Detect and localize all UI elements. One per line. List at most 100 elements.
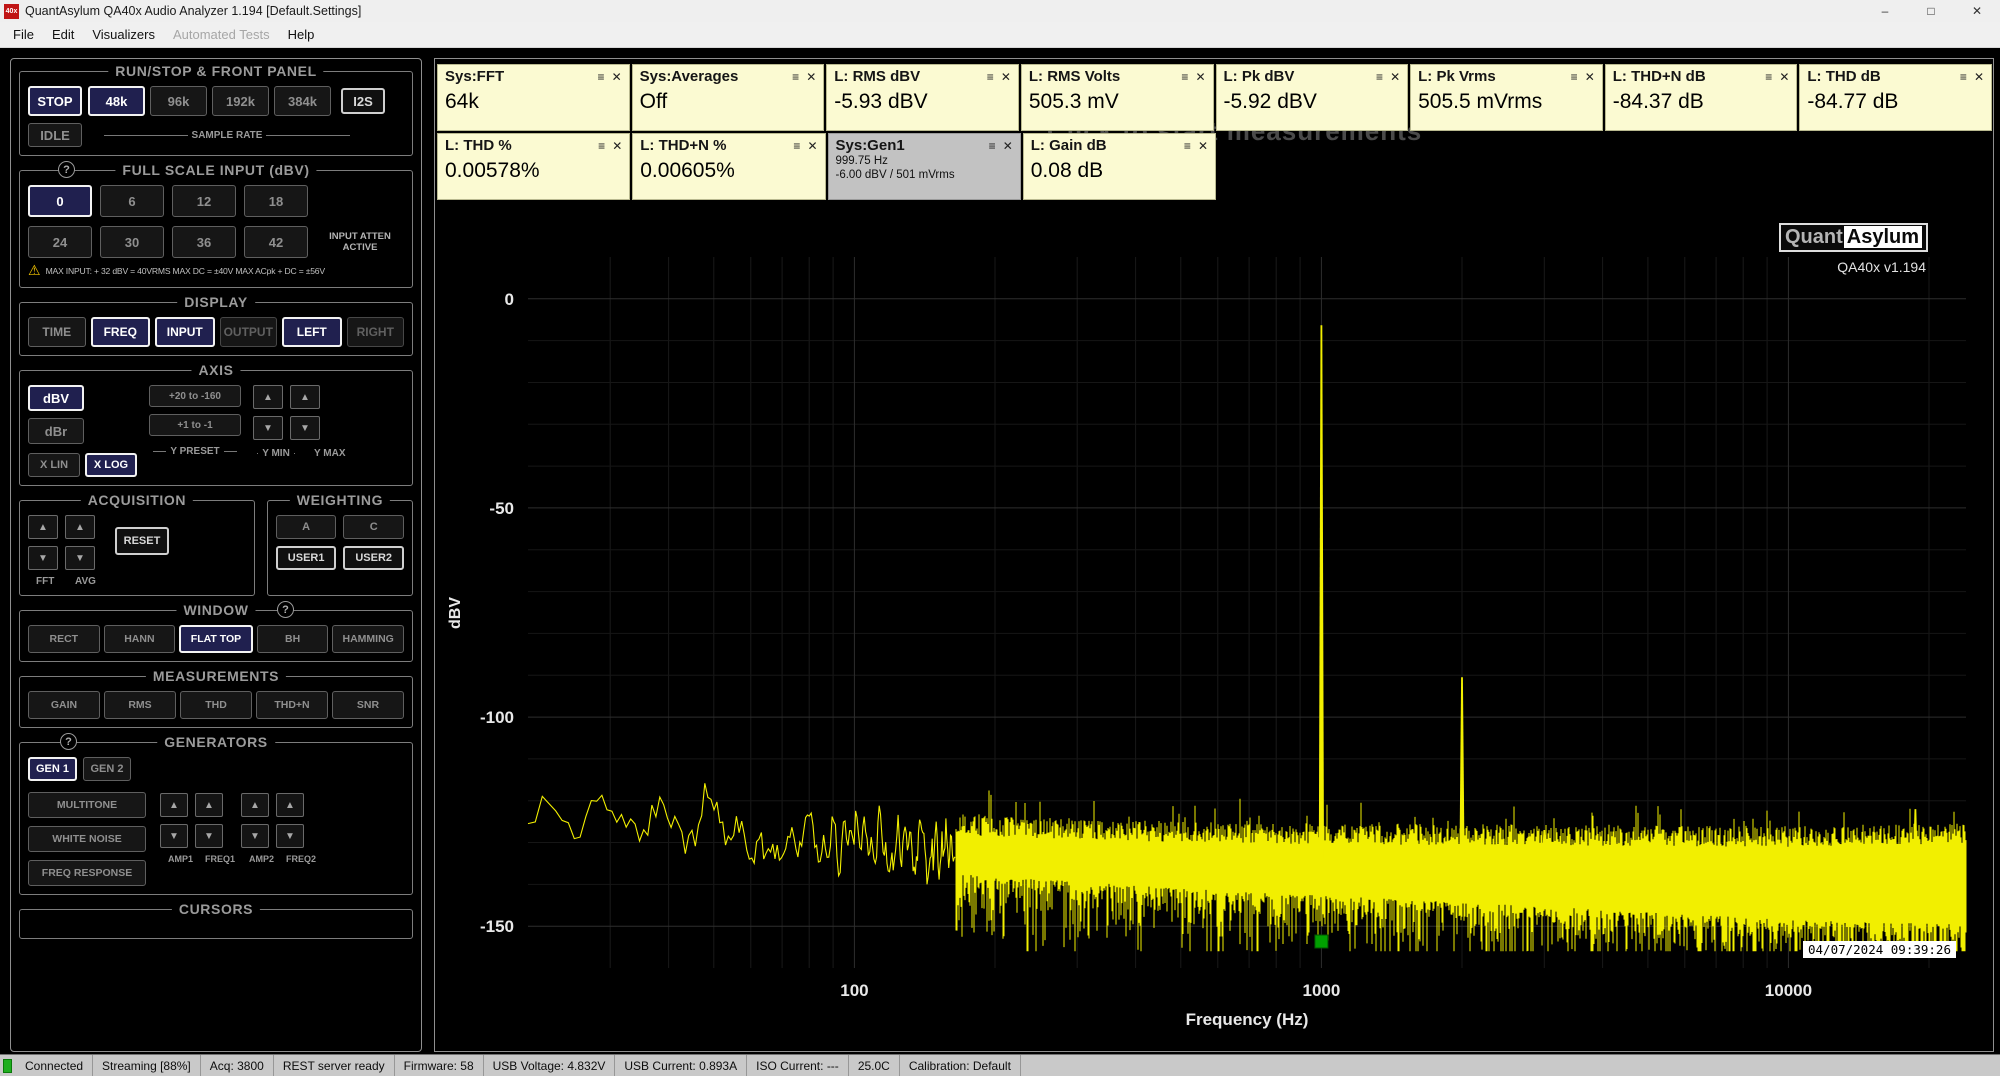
window-hann-button[interactable]: HANN — [103, 625, 176, 653]
measurement-snr-button[interactable]: SNR — [332, 691, 404, 719]
tile-close-icon[interactable]: ✕ — [1195, 71, 1205, 83]
display-input-button[interactable]: INPUT — [155, 317, 215, 347]
y-min-up-button[interactable]: ▲ — [253, 385, 283, 409]
tile-close-icon[interactable]: ✕ — [1198, 140, 1208, 152]
tile-close-icon[interactable]: ✕ — [1974, 71, 1984, 83]
window-hamming-button[interactable]: HAMMING — [332, 625, 404, 653]
y-max-up-button[interactable]: ▲ — [290, 385, 320, 409]
freq1-down-button[interactable]: ▼ — [195, 824, 223, 848]
tile-menu-icon[interactable]: ≡ — [1571, 71, 1578, 83]
stop-button[interactable]: STOP — [28, 86, 82, 116]
display-time-button[interactable]: TIME — [28, 317, 86, 347]
maximize-button[interactable]: □ — [1908, 0, 1954, 22]
help-icon[interactable]: ? — [277, 601, 294, 618]
y-max-down-button[interactable]: ▼ — [290, 416, 320, 440]
tile-menu-icon[interactable]: ≡ — [598, 71, 605, 83]
generator-gen-2-button[interactable]: GEN 2 — [83, 757, 132, 781]
tile-menu-icon[interactable]: ≡ — [1960, 71, 1967, 83]
close-button[interactable]: ✕ — [1954, 0, 2000, 22]
sample-rate-192k-button[interactable]: 192k — [212, 86, 269, 116]
tile-close-icon[interactable]: ✕ — [1390, 71, 1400, 83]
tile-menu-icon[interactable]: ≡ — [1181, 71, 1188, 83]
measurement-thd-button[interactable]: THD — [180, 691, 252, 719]
axis-unit-dbr-button[interactable]: dBr — [28, 418, 84, 444]
freq2-up-button[interactable]: ▲ — [276, 793, 304, 817]
tile-close-icon[interactable]: ✕ — [807, 140, 817, 152]
y-preset-20-to-160-button[interactable]: +20 to -160 — [149, 385, 241, 407]
tile-close-icon[interactable]: ✕ — [1001, 71, 1011, 83]
measurement-gain-button[interactable]: GAIN — [28, 691, 100, 719]
axis-x-x-lin-button[interactable]: X LIN — [28, 453, 80, 477]
display-freq-button[interactable]: FREQ — [90, 317, 150, 347]
full-scale-0-button[interactable]: 0 — [28, 185, 92, 217]
amp2-down-button[interactable]: ▼ — [241, 824, 269, 848]
amp2-up-button[interactable]: ▲ — [241, 793, 269, 817]
tile-menu-icon[interactable]: ≡ — [989, 140, 996, 152]
sample-rate-48k-button[interactable]: 48k — [88, 86, 145, 116]
display-left-button[interactable]: LEFT — [282, 317, 342, 347]
window-rect-button[interactable]: RECT — [28, 625, 100, 653]
window-flat-top-button[interactable]: FLAT TOP — [179, 625, 253, 653]
generator-mode-freq-response-button[interactable]: FREQ RESPONSE — [28, 860, 146, 886]
y-preset-1-to-1-button[interactable]: +1 to -1 — [149, 414, 241, 436]
full-scale-24-button[interactable]: 24 — [28, 226, 92, 258]
fft-up-button[interactable]: ▲ — [28, 515, 58, 539]
display-right-button[interactable]: RIGHT — [346, 317, 404, 347]
avg-down-button[interactable]: ▼ — [65, 546, 95, 570]
generator-mode-white-noise-button[interactable]: WHITE NOISE — [28, 826, 146, 852]
full-scale-36-button[interactable]: 36 — [172, 226, 236, 258]
i2s-button[interactable]: I2S — [341, 88, 385, 114]
generator-mode-multitone-button[interactable]: MULTITONE — [28, 792, 146, 818]
menu-help[interactable]: Help — [279, 22, 324, 48]
menu-automated-tests[interactable]: Automated Tests — [164, 22, 279, 48]
tile-close-icon[interactable]: ✕ — [1003, 140, 1013, 152]
tile-menu-icon[interactable]: ≡ — [1765, 71, 1772, 83]
full-scale-6-button[interactable]: 6 — [100, 185, 164, 217]
axis-unit-dbv-button[interactable]: dBV — [28, 385, 84, 411]
minimize-button[interactable]: – — [1862, 0, 1908, 22]
menu-file[interactable]: File — [4, 22, 43, 48]
weighting-a-button[interactable]: A — [275, 515, 337, 539]
sample-rate-384k-button[interactable]: 384k — [274, 86, 331, 116]
amp1-up-button[interactable]: ▲ — [160, 793, 188, 817]
idle-button[interactable]: IDLE — [28, 123, 82, 147]
weighting-c-button[interactable]: C — [343, 515, 404, 539]
tile-close-icon[interactable]: ✕ — [806, 71, 816, 83]
amp1-down-button[interactable]: ▼ — [160, 824, 188, 848]
full-scale-42-button[interactable]: 42 — [244, 226, 308, 258]
full-scale-12-button[interactable]: 12 — [172, 185, 236, 217]
measurement-thd-n-button[interactable]: THD+N — [256, 691, 328, 719]
sample-rate-96k-button[interactable]: 96k — [150, 86, 207, 116]
help-icon[interactable]: ? — [58, 161, 75, 178]
tile-menu-icon[interactable]: ≡ — [1376, 71, 1383, 83]
help-icon[interactable]: ? — [60, 733, 77, 750]
tile-menu-icon[interactable]: ≡ — [792, 71, 799, 83]
full-scale-18-button[interactable]: 18 — [244, 185, 308, 217]
generator-gen-1-button[interactable]: GEN 1 — [28, 757, 78, 781]
measurement-rms-button[interactable]: RMS — [104, 691, 176, 719]
tile-close-icon[interactable]: ✕ — [1585, 71, 1595, 83]
freq1-up-button[interactable]: ▲ — [195, 793, 223, 817]
fft-down-button[interactable]: ▼ — [28, 546, 58, 570]
spectrum-plot[interactable]: 0 -50 -100 -150 100 1000 10000 Frequency (Hz) dB… — [436, 211, 1992, 1049]
freq2-down-button[interactable]: ▼ — [276, 824, 304, 848]
window-bh-button[interactable]: BH — [256, 625, 329, 653]
y-min-down-button[interactable]: ▼ — [253, 416, 283, 440]
sample-rate-group: 48k 96k 192k 384k — [88, 86, 331, 116]
avg-up-button[interactable]: ▲ — [65, 515, 95, 539]
tile-close-icon[interactable]: ✕ — [612, 140, 622, 152]
reset-button[interactable]: RESET — [115, 527, 169, 555]
tile-close-icon[interactable]: ✕ — [1779, 71, 1789, 83]
tile-menu-icon[interactable]: ≡ — [987, 71, 994, 83]
menu-edit[interactable]: Edit — [43, 22, 83, 48]
display-output-button[interactable]: OUTPUT — [219, 317, 277, 347]
weighting-user1-button[interactable]: USER1 — [275, 546, 337, 570]
tile-menu-icon[interactable]: ≡ — [598, 140, 605, 152]
axis-x-x-log-button[interactable]: X LOG — [85, 453, 137, 477]
tile-close-icon[interactable]: ✕ — [612, 71, 622, 83]
tile-menu-icon[interactable]: ≡ — [793, 140, 800, 152]
tile-menu-icon[interactable]: ≡ — [1184, 140, 1191, 152]
menu-visualizers[interactable]: Visualizers — [83, 22, 164, 48]
weighting-user2-button[interactable]: USER2 — [343, 546, 404, 570]
full-scale-30-button[interactable]: 30 — [100, 226, 164, 258]
